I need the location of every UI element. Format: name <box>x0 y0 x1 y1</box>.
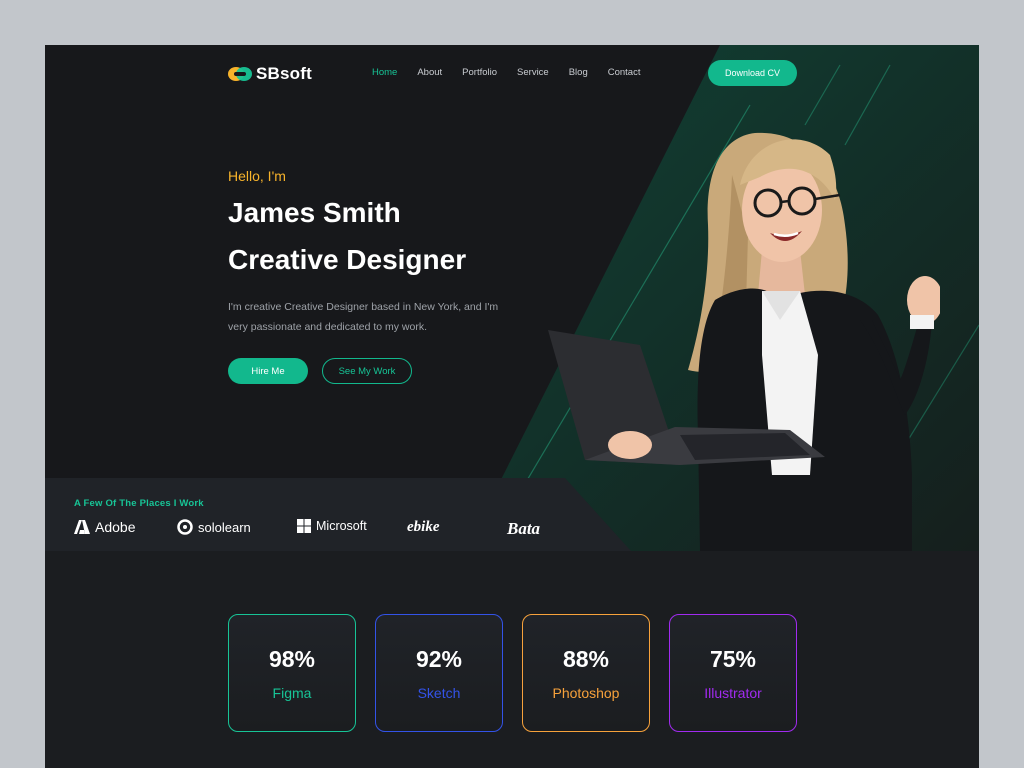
site-logo[interactable]: SBsoft <box>228 64 312 84</box>
download-cv-button[interactable]: Download CV <box>708 60 797 86</box>
nav-service[interactable]: Service <box>517 67 549 78</box>
hero-greeting: Hello, I'm <box>228 168 286 184</box>
nav-home[interactable]: Home <box>372 67 397 78</box>
skill-name: Figma <box>272 685 312 701</box>
client-sololearn-logo: sololearn <box>177 519 251 535</box>
skill-name: Photoshop <box>552 685 620 701</box>
nav-blog[interactable]: Blog <box>569 67 588 78</box>
adobe-icon <box>74 520 90 534</box>
hire-me-button[interactable]: Hire Me <box>228 358 308 384</box>
client-adobe-logo: Adobe <box>74 519 135 535</box>
logo-text: SBsoft <box>256 64 312 83</box>
skill-value: 75% <box>709 646 757 672</box>
skill-card-figma: 98% Figma <box>228 614 356 732</box>
skill-card-sketch: 92% Sketch <box>375 614 503 732</box>
client-bata-logo: Bata <box>507 519 541 538</box>
client-ebike-logo: ebike <box>407 519 440 535</box>
hero-description: I'm creative Creative Designer based in … <box>228 301 499 333</box>
nav-portfolio[interactable]: Portfolio <box>462 67 497 78</box>
skill-name: Sketch <box>417 685 461 701</box>
hero-name: James Smith <box>228 197 401 228</box>
page-frame: SBsoft Home About Portfolio Service Blog… <box>45 45 979 768</box>
nav-about[interactable]: About <box>417 67 442 78</box>
hero-role: Creative Designer <box>228 244 467 275</box>
client-microsoft-logo: Microsoft <box>297 519 367 533</box>
clients-band <box>45 478 631 551</box>
microsoft-icon <box>297 519 311 533</box>
sololearn-icon <box>177 519 193 535</box>
skill-value: 92% <box>415 646 463 672</box>
skill-card-illustrator: 75% Illustrator <box>669 614 797 732</box>
skill-card-photoshop: 88% Photoshop <box>522 614 650 732</box>
skill-value: 98% <box>268 646 316 672</box>
clients-title: A Few Of The Places I Work <box>74 498 204 509</box>
logo-icon <box>228 67 252 81</box>
nav-contact[interactable]: Contact <box>608 67 641 78</box>
skill-name: Illustrator <box>704 685 762 701</box>
hero-section: SBsoft Home About Portfolio Service Blog… <box>45 45 979 551</box>
see-my-work-button[interactable]: See My Work <box>322 358 412 384</box>
main-nav: Home About Portfolio Service Blog Contac… <box>372 67 640 78</box>
skill-value: 88% <box>562 646 610 672</box>
